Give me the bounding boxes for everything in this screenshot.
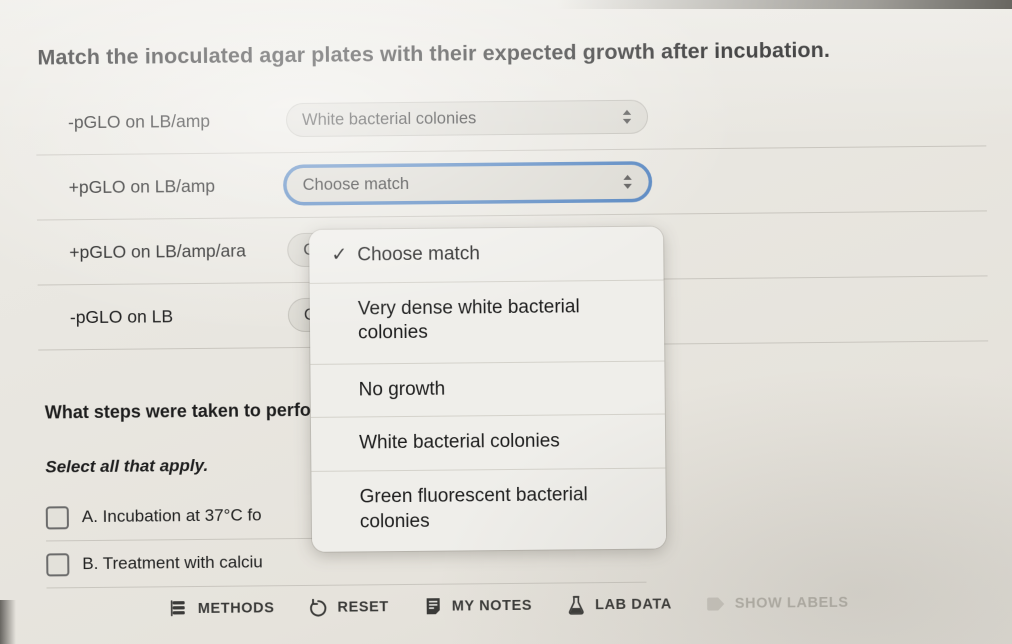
toolbar-reset-button[interactable]: RESET bbox=[308, 596, 389, 619]
match-select-value: White bacterial colonies bbox=[301, 108, 477, 129]
match-select-1[interactable]: Choose match bbox=[286, 164, 649, 203]
toolbar-label: SHOW LABELS bbox=[734, 594, 849, 612]
checkbox-icon[interactable] bbox=[45, 505, 69, 529]
toolbar-label: RESET bbox=[337, 599, 389, 616]
photographed-screen: Match the inoculated agar plates with th… bbox=[0, 0, 1012, 644]
toolbar-lab-data-button[interactable]: LAB DATA bbox=[566, 593, 672, 616]
toolbar-my-notes-button[interactable]: MY NOTES bbox=[423, 595, 532, 618]
device-bezel-top bbox=[0, 0, 1012, 9]
match-select-wrap: Choose match bbox=[286, 164, 649, 203]
dropdown-item-label: Green fluorescent bacterial colonies bbox=[359, 484, 588, 533]
dropdown-item-label: Choose match bbox=[357, 243, 480, 266]
match-select-0[interactable]: White bacterial colonies bbox=[285, 99, 649, 138]
dropdown-item-very-dense-white[interactable]: Very dense white bacterial colonies bbox=[309, 280, 665, 365]
match-row-label: -pGLO on LB/amp bbox=[67, 110, 211, 132]
dropdown-item-label: White bacterial colonies bbox=[359, 430, 560, 454]
toolbar-show-labels-button[interactable]: SHOW LABELS bbox=[706, 592, 849, 615]
flask-icon bbox=[566, 594, 586, 616]
chevron-updown-icon bbox=[620, 107, 634, 127]
option-label: B. Treatment with calciu bbox=[82, 552, 263, 574]
toolbar-label: METHODS bbox=[197, 600, 275, 617]
notes-page-icon bbox=[423, 596, 443, 618]
dropdown-item-choose-match[interactable]: ✓ Choose match bbox=[309, 226, 664, 284]
match-select-value: Choose match bbox=[302, 174, 410, 194]
tag-icon bbox=[706, 593, 726, 615]
dropdown-item-green-fluorescent[interactable]: Green fluorescent bacterial colonies bbox=[311, 468, 667, 552]
toolbar-label: MY NOTES bbox=[451, 597, 533, 615]
match-select-wrap: White bacterial colonies bbox=[285, 99, 649, 138]
dropdown-item-label: Very dense white bacterial colonies bbox=[357, 296, 580, 344]
app-content: Match the inoculated agar plates with th… bbox=[0, 0, 1012, 644]
reset-circle-icon bbox=[308, 597, 328, 619]
match-row-label: +pGLO on LB/amp bbox=[68, 175, 216, 197]
page-title: Match the inoculated agar plates with th… bbox=[37, 37, 831, 70]
chevron-updown-icon bbox=[621, 172, 635, 192]
bottom-toolbar: METHODS RESET MY NOTES LAB DATA SHOW LAB… bbox=[3, 581, 1012, 631]
dropdown-item-white-colonies[interactable]: White bacterial colonies bbox=[310, 414, 666, 472]
screen-surface: Match the inoculated agar plates with th… bbox=[0, 0, 1012, 644]
dropdown-item-label: No growth bbox=[358, 378, 446, 401]
device-bezel-left bbox=[0, 600, 16, 644]
match-row: -pGLO on LB/amp White bacterial colonies bbox=[35, 81, 987, 156]
match-dropdown-menu[interactable]: ✓ Choose match Very dense white bacteria… bbox=[309, 226, 667, 552]
select-all-instruction: Select all that apply. bbox=[45, 455, 209, 477]
match-row-label: +pGLO on LB/amp/ara bbox=[69, 240, 246, 262]
stacked-layers-icon bbox=[169, 598, 189, 620]
option-label: A. Incubation at 37°C fo bbox=[81, 505, 262, 527]
toolbar-methods-button[interactable]: METHODS bbox=[169, 597, 275, 620]
toolbar-label: LAB DATA bbox=[595, 596, 672, 614]
checkbox-icon[interactable] bbox=[46, 552, 70, 576]
match-row-label: -pGLO on LB bbox=[69, 305, 174, 327]
dropdown-item-no-growth[interactable]: No growth bbox=[310, 361, 665, 419]
check-icon: ✓ bbox=[331, 244, 348, 266]
match-row: +pGLO on LB/amp Choose match bbox=[36, 146, 987, 221]
